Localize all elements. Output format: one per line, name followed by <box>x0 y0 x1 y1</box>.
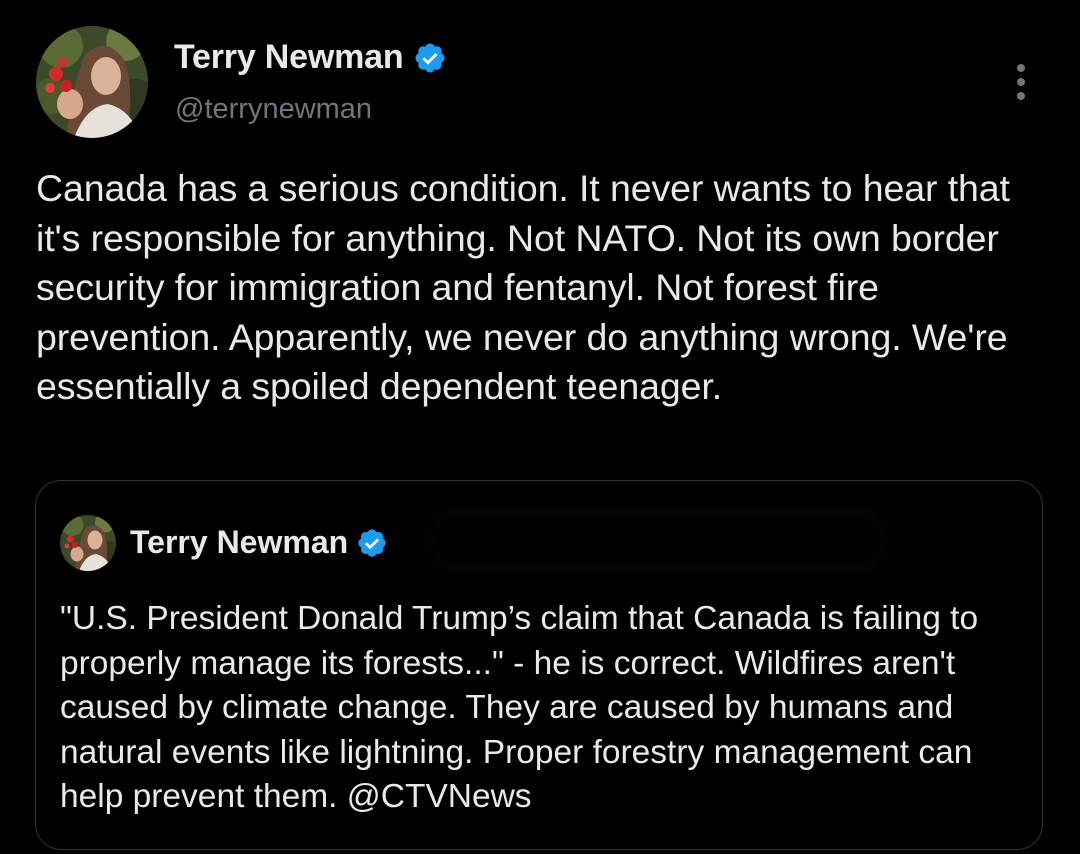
verified-badge-icon[interactable] <box>413 41 447 75</box>
redacted-area <box>436 515 881 565</box>
more-dot <box>1017 64 1025 72</box>
more-dot <box>1017 78 1025 86</box>
avatar-image <box>36 26 148 138</box>
quoted-author-display-name: Terry Newman <box>130 524 349 560</box>
quoted-tweet-card[interactable]: Terry Newman "U.S. President Donald Trum… <box>35 480 1043 850</box>
quoted-author-name-row: Terry Newman <box>130 524 388 561</box>
verified-badge-icon <box>356 527 388 559</box>
author-display-name[interactable]: Terry Newman <box>174 38 404 77</box>
author-avatar[interactable] <box>36 26 148 138</box>
quoted-author-avatar <box>60 515 116 571</box>
avatar-image <box>60 515 116 571</box>
tweet: Terry Newman @terrynewman Canada has a s… <box>0 0 1080 854</box>
tweet-text: Canada has a serious condition. It never… <box>36 167 1010 407</box>
more-options-icon[interactable] <box>1006 60 1036 104</box>
quoted-tweet-text: "U.S. President Donald Trump’s claim tha… <box>60 600 979 815</box>
author-handle[interactable]: @terrynewman <box>175 93 372 126</box>
more-dot <box>1017 92 1025 100</box>
author-name-row: Terry Newman <box>174 38 447 77</box>
